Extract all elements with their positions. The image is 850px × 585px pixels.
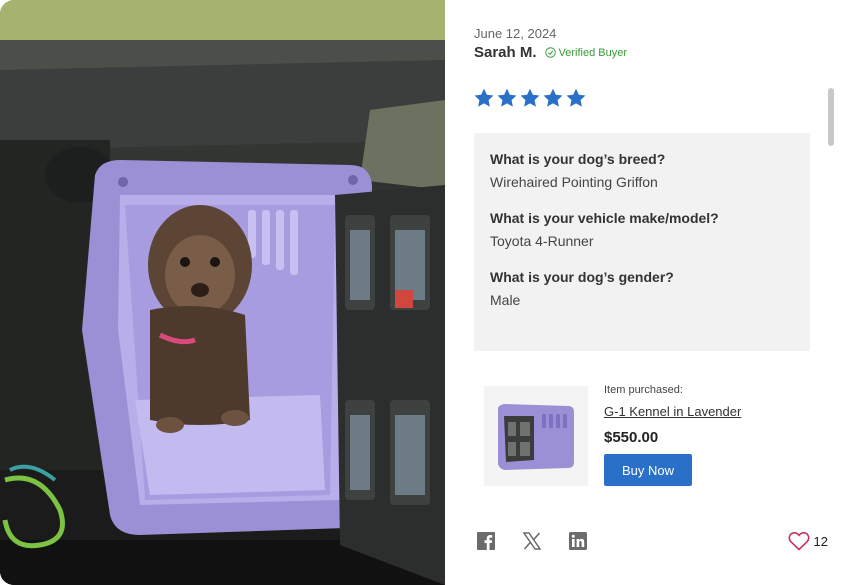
star-icon xyxy=(497,88,517,107)
qa-question: What is your dog’s breed? xyxy=(490,151,666,167)
qa-answer: Toyota 4-Runner xyxy=(490,233,594,249)
share-icons xyxy=(475,530,589,552)
review-date: June 12, 2024 xyxy=(474,26,557,41)
check-circle-icon xyxy=(544,47,556,58)
review-author: Sarah M. xyxy=(474,44,537,61)
photo-illustration xyxy=(0,0,445,585)
like-button[interactable]: 12 xyxy=(788,531,828,551)
purchased-product: Item purchased: G-1 Kennel in Lavender $… xyxy=(484,384,804,486)
review-modal: June 12, 2024 Sarah M. Verified Buyer Wh… xyxy=(0,0,850,585)
facebook-icon[interactable] xyxy=(475,530,497,552)
linkedin-icon[interactable] xyxy=(567,530,589,552)
author-row: Sarah M. Verified Buyer xyxy=(474,44,627,61)
scrollbar-thumb[interactable] xyxy=(828,88,834,146)
qa-answer: Male xyxy=(490,292,521,308)
qa-question: What is your vehicle make/model? xyxy=(490,210,719,226)
verified-badge: Verified Buyer xyxy=(544,46,628,59)
buy-now-button[interactable]: Buy Now xyxy=(604,454,692,486)
product-price: $550.00 xyxy=(604,429,659,446)
heart-icon xyxy=(788,531,809,551)
qa-box: What is your dog’s breed? Wirehaired Poi… xyxy=(474,133,810,351)
star-icon xyxy=(474,88,494,107)
product-thumbnail[interactable] xyxy=(484,386,588,486)
star-icon xyxy=(566,88,586,107)
verified-label: Verified Buyer xyxy=(558,46,628,59)
qa-answer: Wirehaired Pointing Griffon xyxy=(490,174,658,190)
kennel-thumbnail-image xyxy=(498,404,574,470)
review-panel: June 12, 2024 Sarah M. Verified Buyer Wh… xyxy=(445,0,850,585)
product-name-link[interactable]: G-1 Kennel in Lavender xyxy=(604,404,741,419)
qa-question: What is your dog’s gender? xyxy=(490,269,674,285)
qa-item: What is your dog’s gender? Male xyxy=(490,269,794,308)
item-purchased-label: Item purchased: xyxy=(604,384,683,396)
x-icon[interactable] xyxy=(521,530,543,552)
qa-item: What is your vehicle make/model? Toyota … xyxy=(490,210,794,249)
like-count: 12 xyxy=(813,533,828,549)
star-rating xyxy=(473,87,587,109)
review-photo[interactable] xyxy=(0,0,445,585)
star-icon xyxy=(543,88,563,107)
qa-item: What is your dog’s breed? Wirehaired Poi… xyxy=(490,151,794,190)
star-icon xyxy=(520,88,540,107)
